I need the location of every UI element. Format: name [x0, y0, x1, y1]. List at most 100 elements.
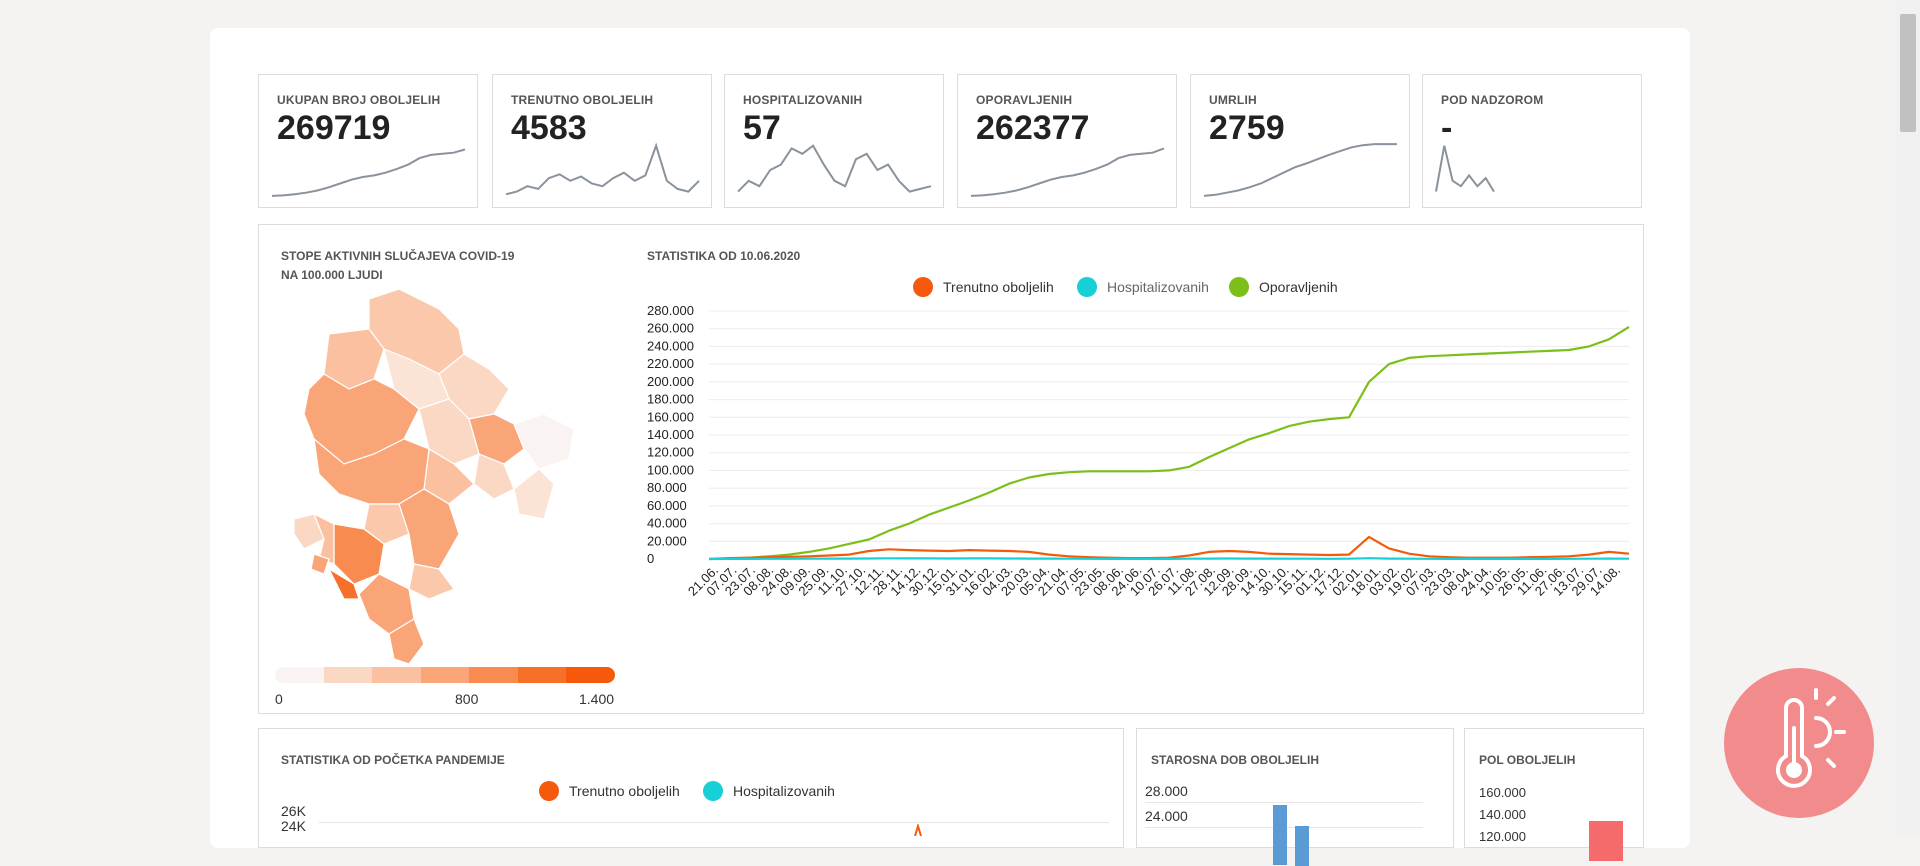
legend-label: Oporavljenih: [1259, 279, 1338, 295]
legend-item-hospitalizovanih-bottom[interactable]: Hospitalizovanih: [703, 781, 835, 801]
y-tick-label: 280.000: [647, 303, 694, 318]
stat-label: TRENUTNO OBOLJELIH: [511, 93, 654, 107]
scale-segment: [469, 667, 518, 683]
stat-sparkline: [1435, 145, 1495, 193]
y-tick-label: 220.000: [647, 356, 694, 371]
legend-dot-icon: [913, 277, 933, 297]
y-tick-label: 60.000: [647, 498, 687, 513]
y-tick-label: 200.000: [647, 374, 694, 389]
stat-sparkline: [271, 148, 466, 197]
y-tick-label: 120.000: [647, 445, 694, 460]
y-tick-label: 40.000: [647, 516, 687, 531]
map-region-plav: [513, 468, 555, 520]
stat-card[interactable]: UKUPAN BROJ OBOLJELIH 269719: [258, 74, 478, 208]
scale-segment: [517, 667, 567, 683]
montenegro-choropleth-map[interactable]: [289, 289, 609, 669]
scale-segment: [323, 667, 373, 683]
legend-label: Hospitalizovanih: [733, 783, 835, 799]
gender-y-tick-120000: 120.000: [1479, 829, 1526, 844]
stat-card[interactable]: TRENUTNO OBOLJELIH 4583: [492, 74, 712, 208]
scale-segment: [372, 667, 421, 683]
sparkline-path: [505, 142, 700, 196]
legend-label: Trenutno oboljelih: [943, 279, 1054, 295]
series-line-trenutno-oboljelih: [708, 535, 1630, 561]
map-title-line2: NA 100.000 LJUDI: [281, 268, 383, 282]
page-scrollbar[interactable]: [1896, 0, 1920, 835]
pandemic-stats-title: STATISTIKA OD POČETKA PANDEMIJE: [281, 753, 505, 767]
map-region-berane: [468, 413, 525, 465]
series-line-hospitalizovanih: [708, 557, 1630, 561]
thermometer-sun-icon: [1776, 688, 1846, 788]
legend-label: Hospitalizovanih: [1107, 279, 1209, 295]
legend-dot-icon: [703, 781, 723, 801]
stat-card[interactable]: POD NADZOROM -: [1422, 74, 1642, 208]
scale-max-label: 1.400: [579, 691, 615, 707]
age-y-tick-28000: 28.000: [1145, 783, 1188, 799]
thermometer-fab-button[interactable]: [1724, 668, 1874, 818]
age-y-tick-24000: 24.000: [1145, 808, 1188, 824]
y-tick-label: 140.000: [647, 427, 694, 442]
scale-segment: [275, 667, 324, 683]
gender-y-tick-160000: 160.000: [1479, 785, 1526, 800]
gridline: [1145, 802, 1423, 803]
y-tick-26k: 26K: [281, 803, 306, 819]
legend-item-trenutno-bottom[interactable]: Trenutno oboljelih: [539, 781, 680, 801]
age-panel: STAROSNA DOB OBOLJELIH 28.000 24.000: [1136, 728, 1454, 866]
main-line-chart[interactable]: 280.000 260.000 240.000 220.000 200.000 180.0…: [639, 297, 1639, 715]
map-and-chart-panel: STOPE AKTIVNIH SLUČAJEVA COVID-19 NA 100…: [258, 224, 1644, 714]
stat-label: HOSPITALIZOVANIH: [743, 93, 863, 107]
y-tick-label: 20.000: [647, 533, 687, 548]
stat-card[interactable]: HOSPITALIZOVANIH 57: [724, 74, 944, 208]
map-region-pljevlja: [368, 289, 465, 375]
scale-min-label: 0: [275, 691, 283, 707]
gender-y-tick-140000: 140.000: [1479, 807, 1526, 822]
gender-panel: POL OBOLJELIH 160.000 140.000 120.000: [1464, 728, 1644, 861]
stat-sparkline: [970, 147, 1165, 197]
stat-sparkline: [505, 142, 700, 196]
age-panel-title: STAROSNA DOB OBOLJELIH: [1151, 753, 1320, 767]
sparkline-path: [737, 144, 932, 193]
y-tick-label: 0: [647, 551, 654, 566]
stat-label: UMRLIH: [1209, 93, 1257, 107]
legend-item-oporavljenih[interactable]: Oporavljenih: [1229, 277, 1338, 297]
stat-card[interactable]: UMRLIH 2759: [1190, 74, 1410, 208]
map-title: STOPE AKTIVNIH SLUČAJEVA COVID-19 NA 100…: [281, 247, 514, 285]
y-tick-label: 100.000: [647, 462, 694, 477]
sparkline-path: [271, 148, 466, 197]
gender-bar[interactable]: [1589, 821, 1623, 861]
stat-label: POD NADZOROM: [1441, 93, 1544, 107]
sparkline-path: [970, 147, 1165, 197]
scale-mid-label: 800: [455, 691, 479, 707]
y-tick-24k: 24K: [281, 818, 306, 834]
legend-label: Trenutno oboljelih: [569, 783, 680, 799]
legend-dot-icon: [539, 781, 559, 801]
map-region-tuzi: [408, 563, 455, 600]
scale-segment: [420, 667, 470, 683]
legend-dot-icon: [1077, 277, 1097, 297]
y-tick-label: 260.000: [647, 321, 694, 336]
stat-sparkline: [1203, 143, 1397, 197]
series-line-oporavljenih: [708, 325, 1630, 561]
stat-sparkline: [737, 144, 932, 193]
gridline: [319, 822, 1109, 823]
stat-label: UKUPAN BROJ OBOLJELIH: [277, 93, 441, 107]
stat-card[interactable]: OPORAVLJENIH 262377: [957, 74, 1177, 208]
legend-item-hospitalizovanih[interactable]: Hospitalizovanih: [1077, 277, 1209, 297]
age-bar[interactable]: [1273, 805, 1287, 865]
y-tick-label: 160.000: [647, 409, 694, 424]
pandemic-stats-panel: STATISTIKA OD POČETKA PANDEMIJE Trenutno…: [258, 728, 1124, 848]
stat-label: OPORAVLJENIH: [976, 93, 1073, 107]
y-tick-label: 180.000: [647, 392, 694, 407]
scrollbar-thumb[interactable]: [1900, 14, 1916, 132]
map-region-rozaje: [513, 413, 575, 470]
main-chart-title: STATISTIKA OD 10.06.2020: [647, 249, 801, 263]
map-region-gusinje: [493, 508, 520, 535]
map-color-scale: [275, 667, 615, 683]
sparkline-path: [1203, 143, 1397, 197]
y-tick-label: 240.000: [647, 338, 694, 353]
gender-panel-title: POL OBOLJELIH: [1479, 753, 1576, 767]
legend-item-trenutno[interactable]: Trenutno oboljelih: [913, 277, 1054, 297]
age-bar[interactable]: [1295, 826, 1309, 866]
y-tick-label: 80.000: [647, 480, 687, 495]
sparkline-path: [1435, 145, 1495, 193]
